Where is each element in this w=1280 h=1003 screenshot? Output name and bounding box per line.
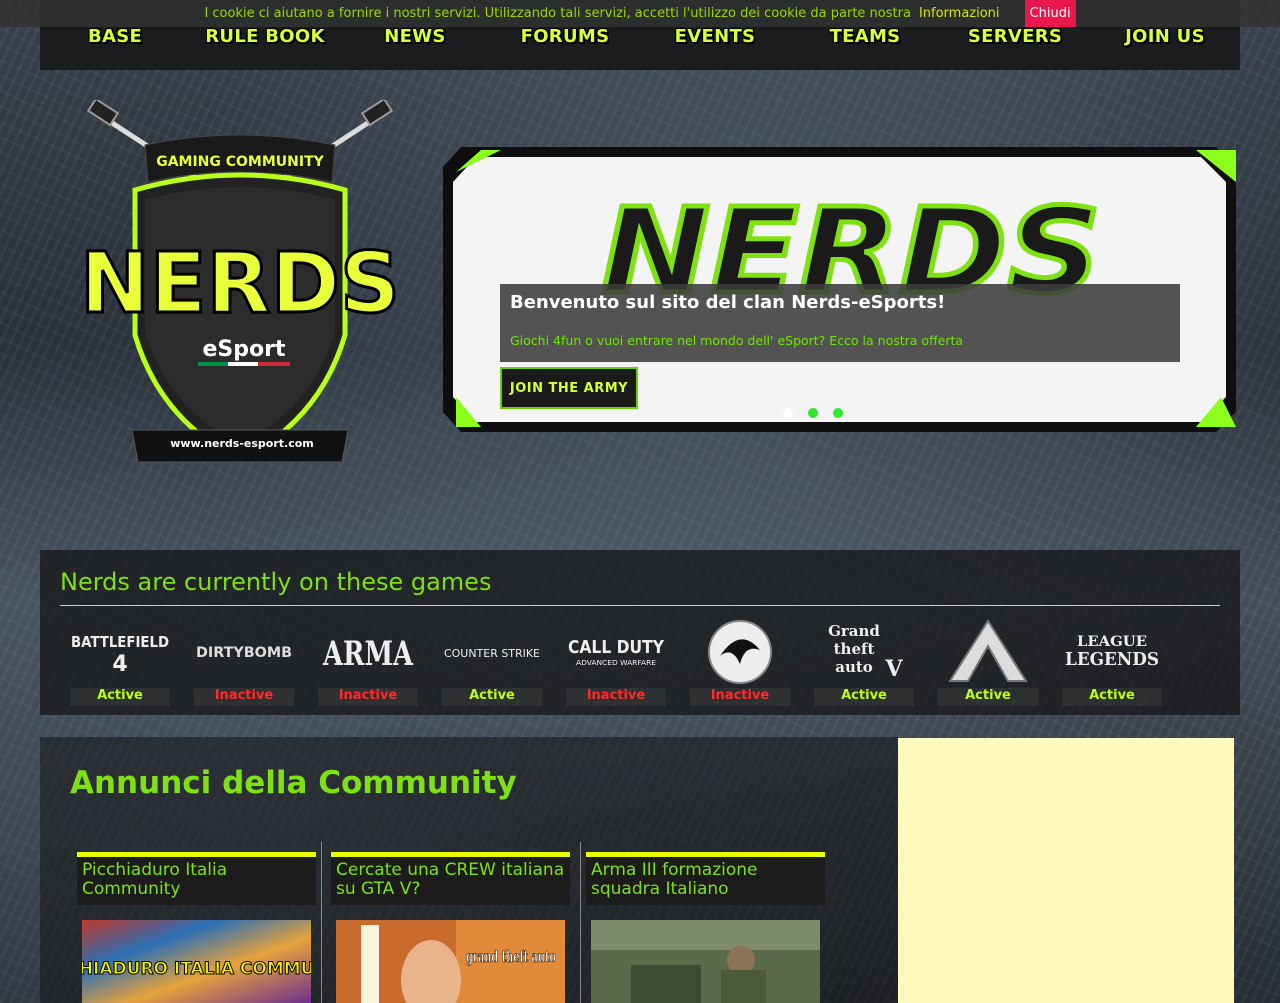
game-status: Active	[938, 688, 1038, 706]
nav-item-base[interactable]: BASE	[40, 26, 190, 70]
game-league-of-legends[interactable]: LEAGUE LEGENDS Active	[1062, 616, 1162, 708]
svg-text:DIRTYBOMB: DIRTYBOMB	[196, 645, 292, 661]
dirty-bomb-logo: DIRTYBOMB	[194, 616, 294, 686]
svg-text:4: 4	[112, 652, 127, 677]
nav-item-join-us[interactable]: JOIN US	[1090, 26, 1240, 70]
announcement-thumbnail[interactable]: grand theft auto	[336, 920, 565, 1003]
svg-text:theft: theft	[834, 640, 875, 658]
join-the-army-button[interactable]: JOIN THE ARMY	[500, 367, 638, 409]
game-mortal-kombat[interactable]: Inactive	[690, 616, 790, 708]
svg-text:LEAGUE: LEAGUE	[1077, 634, 1147, 650]
slider-dot-2[interactable]	[808, 408, 818, 418]
ark-logo	[938, 616, 1038, 686]
svg-text:LEGENDS: LEGENDS	[1065, 649, 1159, 670]
game-status: Active	[814, 688, 914, 706]
community-panel: Annunci della Community Picchiaduro Ital…	[40, 737, 898, 1003]
cookie-info-link[interactable]: Informazioni	[919, 6, 1000, 21]
site-logo[interactable]: GAMING COMMUNITY NERDS eSport www.nerds-…	[70, 97, 410, 480]
slider-pagination	[783, 408, 843, 418]
nav-item-teams[interactable]: TEAMS	[790, 26, 940, 70]
community-heading: Annunci della Community	[70, 765, 517, 801]
announcement-card[interactable]: Cercate una CREW italiana su GTA V? gran…	[331, 852, 570, 1003]
game-gta-v[interactable]: Grand theft auto V Active	[814, 616, 914, 708]
games-divider	[60, 605, 1220, 606]
announcement-card[interactable]: Arma III formazione squadra Italiano	[586, 852, 825, 1003]
nav-item-forums[interactable]: FORUMS	[490, 26, 640, 70]
game-counter-strike[interactable]: COUNTER STRIKE Active	[442, 616, 542, 708]
svg-text:V: V	[884, 656, 903, 682]
svg-text:ARMA: ARMA	[322, 634, 413, 674]
game-status: Inactive	[566, 688, 666, 706]
svg-text:BATTLEFIELD: BATTLEFIELD	[71, 633, 169, 651]
svg-text:Grand: Grand	[828, 622, 880, 640]
announcement-thumbnail[interactable]: PICCHIADURO ITALIA COMMUNITY	[82, 920, 311, 1003]
games-panel: Nerds are currently on these games BATTL…	[40, 550, 1240, 715]
call-of-duty-logo: CALL DUTY ADVANCED WARFARE	[566, 616, 666, 686]
nav-item-rule-book[interactable]: RULE BOOK	[190, 26, 340, 70]
logo-url-text: www.nerds-esport.com	[170, 437, 314, 450]
slide-caption: Benvenuto sul sito del clan Nerds-eSport…	[500, 284, 1180, 362]
svg-text:auto: auto	[835, 658, 873, 676]
thumbnail-text: PICCHIADURO ITALIA COMMUNITY	[82, 959, 311, 979]
league-of-legends-logo: LEAGUE LEGENDS	[1062, 616, 1162, 686]
game-status: Active	[1062, 688, 1162, 706]
nav-item-events[interactable]: EVENTS	[640, 26, 790, 70]
game-call-of-duty[interactable]: CALL DUTY ADVANCED WARFARE Inactive	[566, 616, 666, 708]
nerds-shield-logo: GAMING COMMUNITY NERDS eSport www.nerds-…	[79, 97, 402, 463]
thumbnail-text: grand theft auto	[466, 947, 556, 966]
announcement-title[interactable]: Cercate una CREW italiana su GTA V?	[331, 857, 570, 905]
game-ark[interactable]: Active	[938, 616, 1038, 708]
announcement-title[interactable]: Picchiaduro Italia Community	[77, 857, 316, 905]
nav-item-news[interactable]: NEWS	[340, 26, 490, 70]
svg-text:COUNTER STRIKE: COUNTER STRIKE	[444, 647, 540, 660]
gta-v-logo: Grand theft auto V	[814, 616, 914, 686]
cookie-message: I cookie ci aiutano a fornire i nostri s…	[204, 6, 911, 21]
advertisement-slot[interactable]	[898, 738, 1234, 1003]
logo-main-text: NERDS	[80, 234, 400, 332]
battlefield-4-logo: BATTLEFIELD 4	[70, 616, 170, 686]
slide-subtitle: Giochi 4fun o vuoi entrare nel mondo del…	[510, 333, 964, 348]
counter-strike-logo: COUNTER STRIKE	[442, 616, 542, 686]
game-status: Active	[442, 688, 542, 706]
logo-sub-text: eSport	[203, 337, 286, 362]
game-status: Active	[70, 688, 170, 706]
game-arma-3[interactable]: ARMA Inactive	[318, 616, 418, 708]
game-status: Inactive	[690, 688, 790, 706]
nav-item-servers[interactable]: SERVERS	[940, 26, 1090, 70]
game-status: Inactive	[318, 688, 418, 706]
games-heading: Nerds are currently on these games	[60, 568, 492, 596]
mortal-kombat-logo	[690, 616, 790, 686]
column-divider	[321, 842, 322, 1003]
cookie-close-button[interactable]: Chiudi	[1024, 0, 1076, 27]
announcement-card[interactable]: Picchiaduro Italia Community PICCHIADURO…	[77, 852, 316, 1003]
slider-dot-3[interactable]	[833, 408, 843, 418]
announcement-thumbnail[interactable]	[591, 920, 820, 1003]
slide-title: Benvenuto sul sito del clan Nerds-eSport…	[510, 292, 946, 313]
game-battlefield-4[interactable]: BATTLEFIELD 4 Active	[70, 616, 170, 708]
hero-slider: NERDS Benvenuto sul sito del clan Nerds-…	[441, 142, 1238, 435]
arma-3-logo: ARMA	[318, 616, 418, 686]
svg-text:ADVANCED WARFARE: ADVANCED WARFARE	[576, 659, 656, 667]
game-dirty-bomb[interactable]: DIRTYBOMB Inactive	[194, 616, 294, 708]
game-status: Inactive	[194, 688, 294, 706]
cookie-bar: I cookie ci aiutano a fornire i nostri s…	[0, 0, 1280, 27]
announcement-title[interactable]: Arma III formazione squadra Italiano	[586, 857, 825, 905]
slider-dot-1[interactable]	[783, 408, 793, 418]
logo-top-text: GAMING COMMUNITY	[156, 154, 324, 170]
column-divider	[580, 842, 581, 1003]
svg-text:CALL DUTY: CALL DUTY	[568, 637, 665, 658]
